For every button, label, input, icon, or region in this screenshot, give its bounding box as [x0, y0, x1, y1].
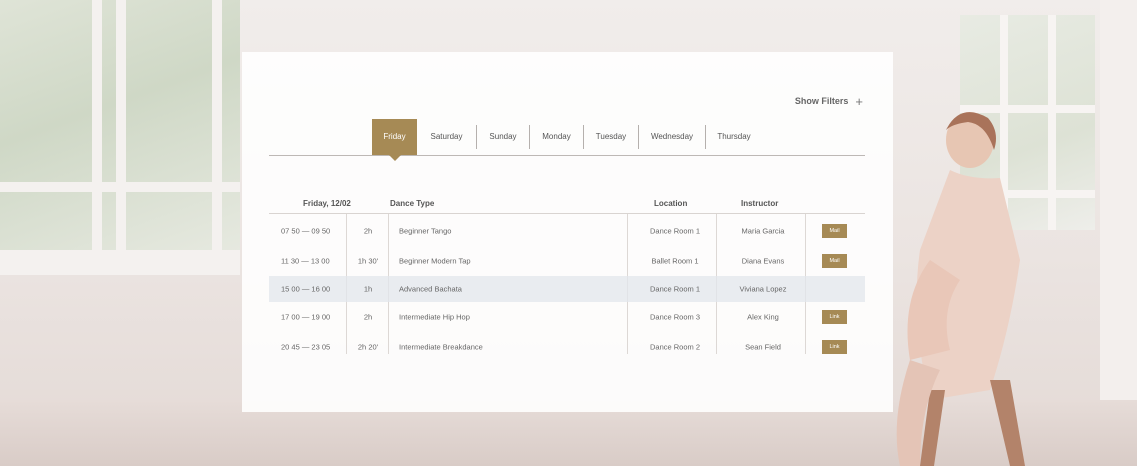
schedule-table: Friday, 12/02 Dance Type Location Instru…	[269, 196, 865, 362]
table-row: 20 45 — 23 05 2h 20' Intermediate Breakd…	[269, 332, 865, 362]
dance-type: Intermediate Breakdance	[399, 342, 483, 352]
dance-type: Beginner Tango	[399, 226, 452, 236]
class-duration: 2h	[363, 226, 373, 236]
tab-label: Sunday	[489, 132, 517, 141]
show-filters-button[interactable]: Show Filters +	[794, 93, 863, 109]
class-duration: 2h	[363, 312, 373, 322]
tab-tuesday[interactable]: Tuesday	[583, 125, 638, 149]
table-row: 11 30 — 13 00 1h 30' Beginner Modern Tap…	[269, 246, 865, 276]
class-location: Dance Room 1	[649, 284, 701, 294]
tab-label: Monday	[542, 132, 571, 141]
header-location: Location	[654, 199, 688, 208]
header-dance-type: Dance Type	[390, 199, 435, 208]
class-instructor: Sean Field	[745, 342, 781, 352]
tab-label: Saturday	[430, 132, 463, 141]
header-date: Friday, 12/02	[303, 199, 351, 208]
tab-sunday[interactable]: Sunday	[476, 125, 529, 149]
tab-saturday[interactable]: Saturday	[417, 125, 476, 149]
day-tabs: Friday Saturday Sunday Monday Tuesday We…	[269, 119, 865, 161]
show-filters-label: Show Filters	[794, 96, 849, 106]
class-time: 11 30 — 13 00	[281, 256, 330, 266]
class-time: 07 50 — 09 50	[281, 226, 331, 236]
tab-label: Friday	[383, 132, 406, 141]
class-time: 15 00 — 16 00	[281, 284, 331, 294]
link-button[interactable]: Link	[822, 340, 847, 354]
tab-label: Thursday	[717, 132, 751, 141]
tab-label: Wednesday	[650, 132, 694, 141]
class-instructor: Alex King	[747, 312, 779, 322]
class-location: Ballet Room 1	[651, 256, 699, 266]
tab-friday[interactable]: Friday	[372, 119, 417, 161]
class-location: Dance Room 3	[649, 312, 701, 322]
class-location: Dance Room 1	[649, 226, 701, 236]
tab-label: Tuesday	[595, 132, 627, 141]
table-row: 15 00 — 16 00 1h Advanced Bachata Dance …	[269, 276, 865, 302]
class-duration: 1h 30'	[357, 256, 379, 266]
table-row: 17 00 — 19 00 2h Intermediate Hip Hop Da…	[269, 302, 865, 332]
class-instructor: Maria Garcia	[741, 226, 785, 236]
class-duration: 1h	[363, 284, 373, 294]
class-duration: 2h 20'	[357, 342, 379, 352]
table-header: Friday, 12/02 Dance Type Location Instru…	[269, 196, 865, 214]
mail-button[interactable]: Mail	[822, 224, 847, 238]
tab-wednesday[interactable]: Wednesday	[638, 125, 705, 149]
schedule-panel: Show Filters + Friday Saturday Sunday Mo…	[242, 52, 893, 412]
background-window-left	[0, 0, 240, 275]
class-instructor: Diana Evans	[741, 256, 785, 266]
class-location: Dance Room 2	[649, 342, 701, 352]
active-tab-arrow	[388, 155, 401, 161]
class-instructor: Viviana Lopez	[739, 284, 787, 294]
dance-type: Intermediate Hip Hop	[399, 312, 470, 322]
tab-thursday[interactable]: Thursday	[705, 125, 762, 149]
class-time: 20 45 — 23 05	[281, 342, 331, 352]
header-instructor: Instructor	[741, 199, 779, 208]
background-wall	[1100, 0, 1137, 400]
plus-icon: +	[855, 93, 863, 109]
tab-monday[interactable]: Monday	[529, 125, 583, 149]
link-button[interactable]: Link	[822, 310, 847, 324]
mail-button[interactable]: Mail	[822, 254, 847, 268]
class-time: 17 00 — 19 00	[281, 312, 331, 322]
dance-type: Advanced Bachata	[399, 284, 462, 294]
dancer-figure	[896, 112, 1025, 466]
dance-type: Beginner Modern Tap	[399, 256, 471, 266]
table-row: 07 50 — 09 50 2h Beginner Tango Dance Ro…	[269, 216, 865, 246]
